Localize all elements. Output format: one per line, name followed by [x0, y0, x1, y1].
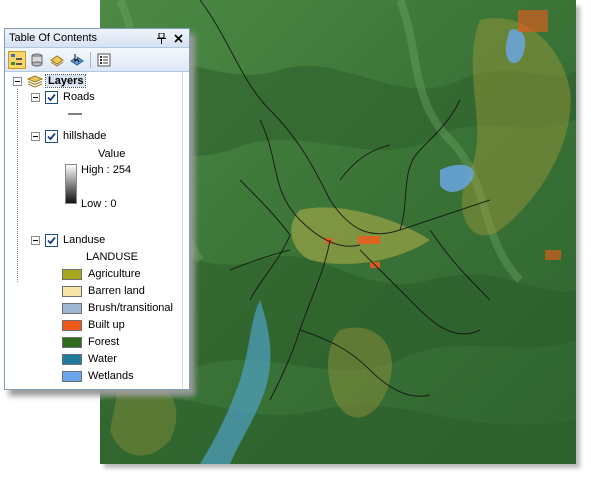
table-of-contents-window: Table Of Contents Layers Roads hillshade…: [4, 28, 190, 390]
legend-class-agriculture: Agriculture: [62, 266, 141, 282]
legend-label: Wetlands: [88, 370, 134, 382]
list-by-selection-icon[interactable]: [68, 51, 86, 69]
roads-legend-symbol: [68, 106, 84, 122]
toolbar-separator: [90, 51, 91, 68]
hillshade-visibility-checkbox[interactable]: [45, 129, 58, 143]
collapse-icon[interactable]: [13, 76, 22, 86]
list-by-drawing-order-icon[interactable]: [8, 50, 26, 69]
layer-hillshade[interactable]: hillshade: [31, 128, 106, 144]
hillshade-field-label: Value: [98, 148, 126, 160]
legend-swatch: [62, 268, 82, 280]
legend-swatch: [62, 336, 82, 348]
close-icon[interactable]: [172, 32, 185, 45]
legend-class-barren-land: Barren land: [62, 283, 145, 299]
legend-swatch: [62, 302, 82, 314]
tree-connector: [17, 89, 18, 282]
legend-label: Forest: [88, 336, 120, 348]
layers-icon: [27, 74, 43, 88]
options-icon[interactable]: [95, 51, 113, 69]
legend-swatch: [62, 285, 82, 297]
legend-class-built-up: Built up: [62, 317, 125, 333]
hillshade-layer-label: hillshade: [63, 130, 107, 142]
toc-toolbar: [5, 48, 189, 72]
roads-visibility-checkbox[interactable]: [45, 90, 58, 104]
legend-swatch: [62, 353, 82, 365]
legend-class-brush-transitional: Brush/transitional: [62, 300, 173, 316]
layer-roads[interactable]: Roads: [31, 89, 95, 105]
collapse-icon[interactable]: [31, 131, 40, 141]
data-frame-row[interactable]: Layers: [13, 73, 87, 89]
list-by-visibility-icon[interactable]: [48, 51, 66, 69]
legend-label: Barren land: [88, 285, 145, 297]
layer-landuse[interactable]: Landuse: [31, 232, 105, 248]
hillshade-high-label: High : 254: [81, 164, 132, 176]
legend-swatch: [62, 319, 82, 331]
legend-class-water: Water: [62, 351, 117, 367]
landuse-field-label: LANDUSE: [86, 251, 138, 263]
pin-icon[interactable]: [155, 32, 168, 45]
legend-class-wetlands: Wetlands: [62, 368, 134, 384]
legend-label: Agriculture: [88, 268, 141, 280]
toc-tree: Layers Roads hillshade Value High : 254 …: [5, 72, 183, 388]
toc-title: Table Of Contents: [9, 32, 98, 44]
legend-label: Built up: [88, 319, 125, 331]
list-by-source-icon[interactable]: [28, 51, 46, 69]
roads-layer-label: Roads: [63, 91, 95, 103]
hillshade-color-ramp: [65, 164, 77, 204]
legend-class-forest: Forest: [62, 334, 119, 350]
legend-label: Brush/transitional: [88, 302, 173, 314]
legend-label: Water: [88, 353, 117, 365]
toc-title-bar[interactable]: Table Of Contents: [5, 29, 189, 48]
collapse-icon[interactable]: [31, 92, 40, 102]
landuse-visibility-checkbox[interactable]: [45, 233, 58, 247]
data-frame-label: Layers: [44, 74, 87, 88]
legend-swatch: [62, 370, 82, 382]
hillshade-low-label: Low : 0: [81, 198, 117, 210]
landuse-layer-label: Landuse: [63, 234, 106, 246]
collapse-icon[interactable]: [31, 235, 40, 245]
